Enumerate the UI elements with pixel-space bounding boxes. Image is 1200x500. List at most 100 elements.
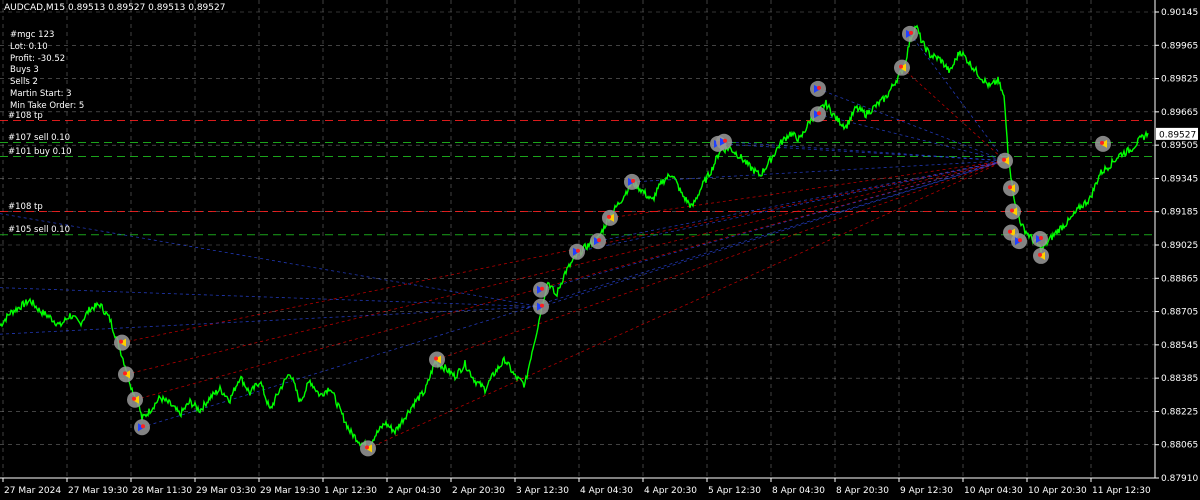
trade-line — [367, 160, 1006, 449]
trade-line — [0, 287, 542, 308]
buy-dot — [141, 424, 145, 429]
trade-line — [901, 67, 1006, 162]
x-tick-label: 8 Apr 04:30 — [772, 486, 825, 496]
sell-dot — [365, 445, 369, 450]
trade-line — [141, 160, 1006, 428]
sell-dot — [607, 214, 611, 219]
level-label-tp1: #108 tp — [8, 110, 43, 121]
info-line: Buys 3 — [10, 65, 39, 76]
x-tick-label: 9 Apr 12:30 — [900, 486, 953, 496]
trade-marker-buy — [533, 281, 549, 298]
trade-marker-buy — [810, 80, 826, 97]
y-tick-label: 0.89185 — [1161, 208, 1198, 218]
sell-dot — [899, 64, 903, 69]
trade-line — [0, 213, 542, 308]
trade-marker-buy — [1011, 233, 1027, 250]
trade-marker-sell — [1033, 247, 1049, 264]
trade-marker-buy — [1032, 231, 1048, 247]
x-tick-label: 27 Mar 2024 — [4, 486, 61, 496]
price-chart[interactable]: 0.90145 0.89965 0.89825 0.89665 0.89505 0.893… — [0, 0, 1200, 500]
x-tick-label: 2 Apr 04:30 — [388, 486, 441, 496]
info-line: Martin Start: 3 — [10, 88, 72, 99]
y-tick-label: 0.88705 — [1161, 308, 1198, 318]
x-tick-label: 2 Apr 20:30 — [452, 486, 505, 496]
buy-dot — [540, 303, 544, 308]
trade-marker-sell — [997, 152, 1013, 169]
sell-dot — [132, 396, 136, 401]
trade-marker-buy — [902, 25, 918, 42]
x-tick-label: 27 Mar 19:30 — [68, 486, 128, 496]
x-tick-label: 29 Mar 19:30 — [260, 486, 320, 496]
level-label-sell107: #107 sell 0.10 — [8, 132, 71, 143]
info-line: Lot: 0.10 — [10, 41, 48, 52]
trade-line — [597, 160, 1006, 242]
trade-line — [817, 113, 1006, 162]
buy-dot — [597, 238, 601, 243]
x-tick-label: 10 Apr 20:30 — [1028, 486, 1087, 496]
buy-dot — [817, 111, 821, 116]
info-line: #mgc 123 — [10, 30, 55, 40]
trade-marker-sell — [894, 59, 910, 76]
trade-marker-sell — [1003, 180, 1019, 197]
sell-dot — [1008, 229, 1012, 234]
price-line — [0, 24, 1149, 452]
y-tick-label: 0.88225 — [1161, 407, 1198, 417]
x-tick-label: 4 Apr 04:30 — [580, 486, 633, 496]
buy-dot — [817, 85, 821, 90]
trade-marker-buy — [590, 233, 606, 250]
chart-header: AUDCAD,M15 0.89513 0.89527 0.89513 0.895… — [4, 3, 225, 13]
sell-dot — [1010, 208, 1014, 213]
sell-dot — [119, 339, 123, 344]
x-tick-label: 29 Mar 03:30 — [196, 486, 256, 496]
x-tick-label: 4 Apr 20:30 — [644, 486, 697, 496]
buy-dot — [631, 178, 635, 183]
level-label-buy101: #101 buy 0.10 — [8, 146, 72, 157]
trade-marker-buy — [716, 133, 732, 150]
level-label-sell105: #105 sell 0.10 — [8, 224, 71, 235]
current-price-label: 0.89527 — [1159, 130, 1196, 140]
x-tick-label: 11 Apr 12:30 — [1092, 486, 1151, 496]
level-label-tp2: #108 tp — [8, 201, 43, 212]
x-tick-label: 10 Apr 04:30 — [964, 486, 1023, 496]
x-tick-label: 3 Apr 12:30 — [516, 486, 569, 496]
trade-line — [609, 160, 1006, 219]
sell-dot — [1100, 140, 1104, 145]
x-tick-label: 5 Apr 12:30 — [708, 486, 761, 496]
sell-dot — [1038, 252, 1042, 257]
x-tick-label: 28 Mar 11:30 — [132, 486, 192, 496]
ohlc-label: 0.89513 0.89527 0.89513 0.89527 — [68, 3, 226, 13]
buy-dot — [540, 286, 544, 291]
trade-marker-sell — [1005, 203, 1021, 220]
y-tick-label: 0.89505 — [1161, 141, 1198, 151]
y-tick-label: 0.89965 — [1161, 41, 1198, 51]
trade-marker-buy — [533, 298, 549, 315]
buy-dot — [576, 248, 580, 253]
y-tick-label: 0.88865 — [1161, 274, 1198, 284]
expert-info-panel: #mgc 123 Lot: 0.10 Profit: -30.52 Buys 3 Sel… — [10, 30, 84, 113]
trade-marker-sell — [429, 351, 445, 368]
sell-dot — [434, 356, 438, 361]
y-tick-label: 0.90145 — [1161, 8, 1198, 18]
sell-dot — [1008, 185, 1012, 190]
buy-dot — [723, 138, 727, 143]
trade-lines — [0, 33, 1006, 449]
trade-marker-sell — [114, 334, 130, 351]
trade-marker-sell — [1095, 135, 1111, 152]
y-tick-label: 0.89825 — [1161, 75, 1198, 85]
symbol-label: AUDCAD,M15 — [4, 3, 66, 13]
buy-dot — [909, 30, 913, 35]
trade-marker-sell — [602, 209, 618, 226]
trade-marker-buy — [569, 243, 585, 260]
order-levels — [0, 120, 1155, 236]
x-tick-label: 8 Apr 20:30 — [836, 486, 889, 496]
y-tick-label: 0.89025 — [1161, 241, 1198, 251]
y-tick-label: 0.88385 — [1161, 374, 1198, 384]
trade-line — [134, 160, 1006, 401]
sell-dot — [123, 371, 127, 376]
trade-line — [576, 160, 1006, 253]
trade-marker-buy — [624, 173, 640, 190]
trade-marker-buy — [810, 106, 826, 123]
y-tick-label: 0.88065 — [1161, 441, 1198, 451]
trade-marker-sell — [360, 440, 376, 457]
y-tick-label: 0.89345 — [1161, 174, 1198, 184]
